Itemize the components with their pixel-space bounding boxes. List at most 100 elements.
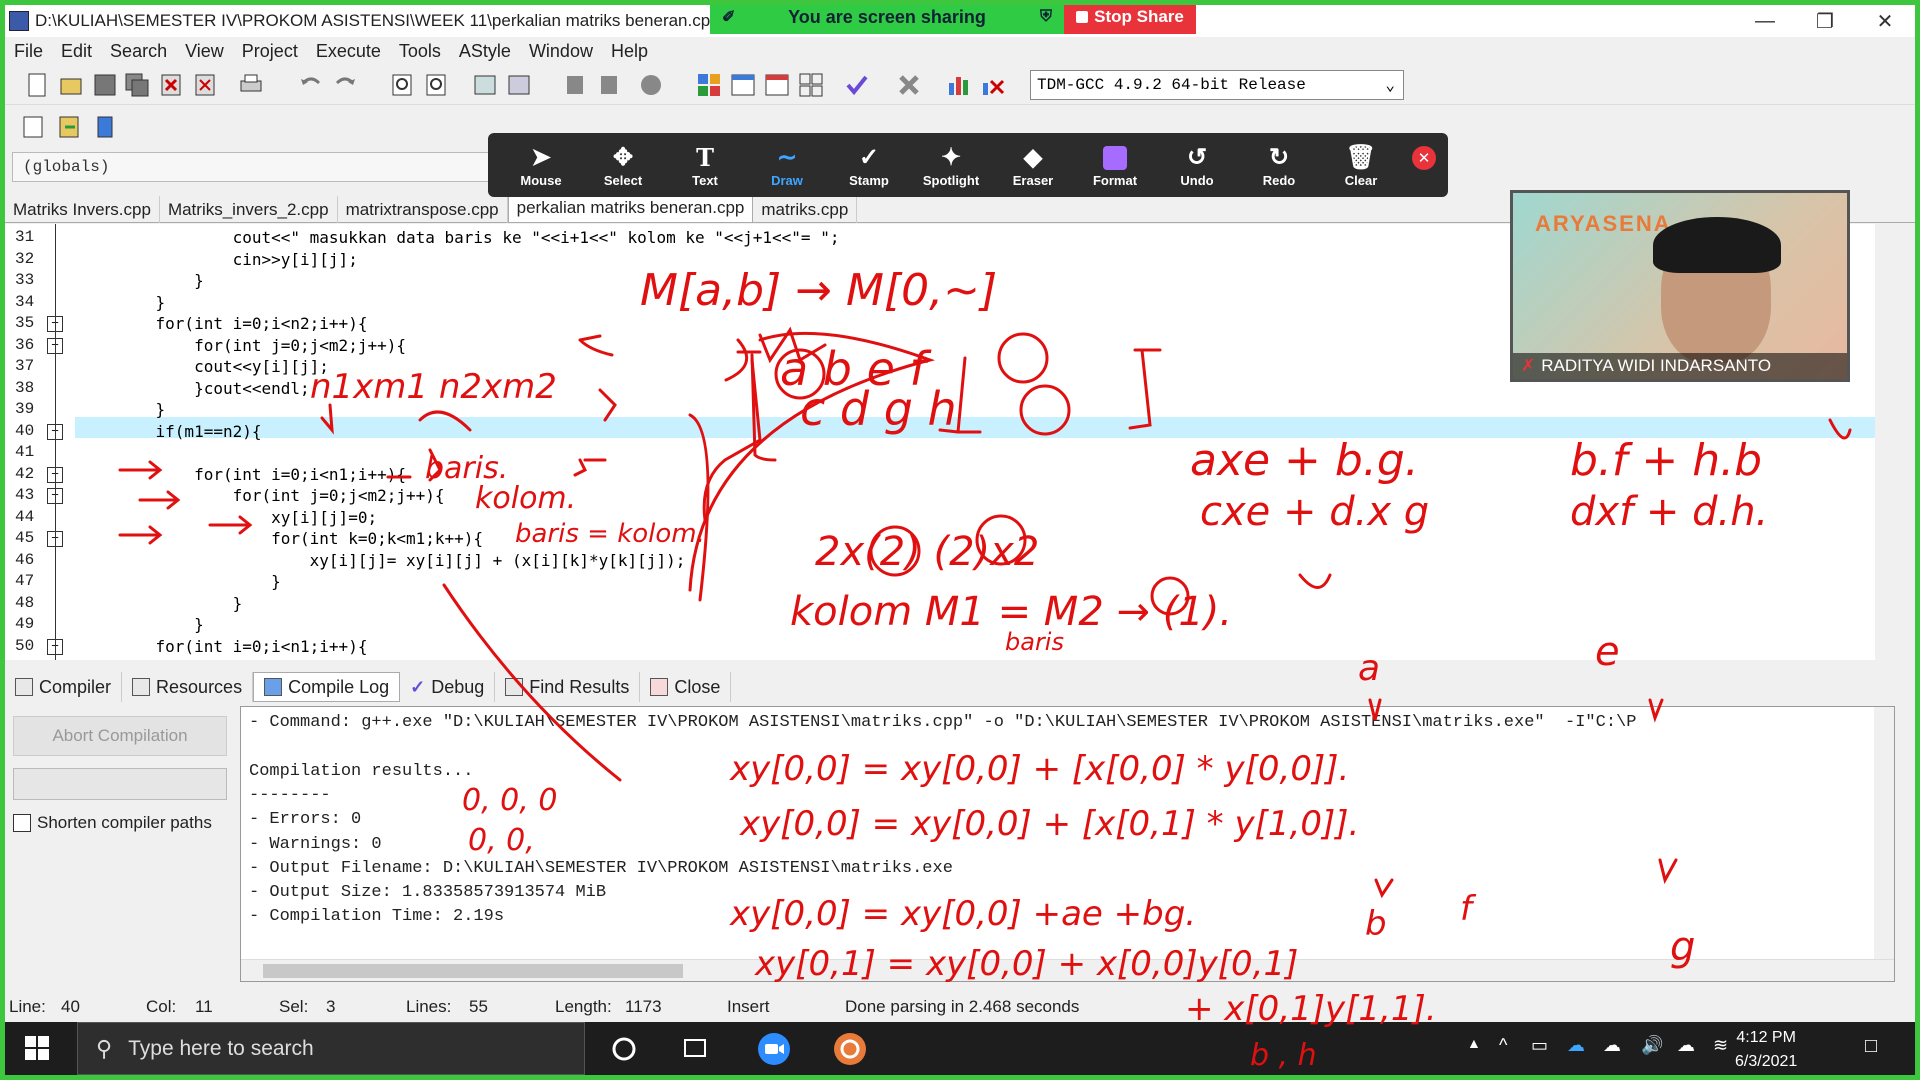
code-line[interactable]: }: [117, 400, 166, 419]
menu-execute[interactable]: Execute: [307, 41, 390, 62]
bookmark-next-icon[interactable]: [595, 71, 623, 99]
compile-icon[interactable]: [695, 71, 723, 99]
code-line[interactable]: }: [117, 615, 204, 634]
upload-icon[interactable]: ☁: [1677, 1035, 1695, 1056]
people-icon[interactable]: ^: [1499, 1035, 1507, 1056]
scope-selector[interactable]: (globals): [12, 152, 492, 182]
menu-window[interactable]: Window: [520, 41, 602, 62]
code-line[interactable]: cout<<" masukkan data baris ke "<<i+1<<"…: [117, 228, 840, 247]
notifications-icon[interactable]: □: [1865, 1035, 1877, 1058]
menu-help[interactable]: Help: [602, 41, 657, 62]
code-line[interactable]: for(int j=0;j<m2;j++){: [117, 486, 445, 505]
cloud-sync-icon[interactable]: ☁: [1603, 1035, 1621, 1056]
syntax-check-icon[interactable]: [843, 71, 871, 99]
annotate-text-tool[interactable]: T Text: [664, 143, 746, 188]
indent-icon[interactable]: [471, 71, 499, 99]
stop-share-button[interactable]: Stop Share: [1064, 0, 1196, 34]
menu-view[interactable]: View: [176, 41, 233, 62]
tab-matriks[interactable]: matriks.cpp: [753, 196, 858, 223]
volume-icon[interactable]: 🔊: [1641, 1035, 1663, 1056]
annotate-eraser-tool[interactable]: ◆ Eraser: [992, 143, 1074, 188]
run-icon[interactable]: [729, 71, 757, 99]
close-file-icon[interactable]: [157, 71, 185, 99]
replace-icon[interactable]: [423, 71, 451, 99]
comment-icon[interactable]: [637, 71, 665, 99]
code-line[interactable]: }: [117, 293, 166, 312]
log-horizontal-scrollbar[interactable]: [241, 959, 1894, 981]
code-line[interactable]: cin>>y[i][j];: [117, 250, 358, 269]
windows-start-icon[interactable]: [25, 1036, 49, 1060]
annotate-undo-tool[interactable]: ↺ Undo: [1156, 143, 1238, 188]
save-all-icon[interactable]: [123, 71, 151, 99]
find-icon[interactable]: [389, 71, 417, 99]
close-all-icon[interactable]: [191, 71, 219, 99]
open-file-icon[interactable]: [57, 71, 85, 99]
new-file-icon[interactable]: [23, 71, 51, 99]
chevron-up-icon[interactable]: ▲: [1467, 1035, 1481, 1051]
tab-resources[interactable]: Resources: [122, 672, 254, 702]
log-vertical-scrollbar[interactable]: [1874, 707, 1894, 961]
code-line[interactable]: for(int k=0;k<m1;k++){: [117, 529, 483, 548]
code-line[interactable]: }cout<<endl;: [117, 379, 310, 398]
tab-compile-log[interactable]: Compile Log: [253, 672, 401, 702]
shorten-paths-option[interactable]: Shorten compiler paths: [13, 813, 212, 833]
menu-project[interactable]: Project: [233, 41, 307, 62]
tab-compiler[interactable]: Compiler: [5, 672, 123, 702]
annotate-redo-tool[interactable]: ↻ Redo: [1238, 143, 1320, 188]
menu-astyle[interactable]: AStyle: [450, 41, 520, 62]
compile-log-panel[interactable]: - Command: g++.exe "D:\KULIAH\SEMESTER I…: [240, 706, 1895, 982]
editor-vertical-scrollbar[interactable]: [1875, 224, 1895, 660]
battery-icon[interactable]: ▭: [1531, 1035, 1548, 1056]
save-icon[interactable]: [91, 71, 119, 99]
cortana-icon[interactable]: [611, 1036, 637, 1062]
new-project-icon[interactable]: [19, 113, 47, 141]
annotate-clear-tool[interactable]: 🗑 Clear: [1320, 143, 1402, 188]
code-line[interactable]: if(m1==n2){: [117, 422, 262, 441]
compile-run-icon[interactable]: [763, 71, 791, 99]
code-line[interactable]: xy[i][j]= xy[i][j] + (x[i][k]*y[k][j]);: [117, 551, 686, 570]
restore-button[interactable]: ❐: [1795, 5, 1855, 37]
delete-profile-icon[interactable]: [979, 71, 1007, 99]
profile-icon[interactable]: [945, 71, 973, 99]
scroll-thumb[interactable]: [263, 964, 683, 978]
close-window-button[interactable]: ✕: [1855, 5, 1915, 37]
minimize-button[interactable]: —: [1735, 5, 1795, 37]
annotate-mouse-tool[interactable]: ➤ Mouse: [500, 143, 582, 188]
code-line[interactable]: }: [117, 271, 204, 290]
code-line[interactable]: cout<<y[i][j];: [117, 357, 329, 376]
code-line[interactable]: for(int i=0;i<n1;i++){: [117, 637, 368, 656]
undo-icon[interactable]: [297, 71, 325, 99]
tab-find-results[interactable]: Find Results: [495, 672, 641, 702]
annotate-stamp-tool[interactable]: ✓ Stamp: [828, 143, 910, 188]
code-line[interactable]: for(int i=0;i<n1;i++){: [117, 465, 406, 484]
menu-file[interactable]: File: [5, 41, 52, 62]
task-view-icon[interactable]: [681, 1036, 709, 1062]
tab-matriks-invers-2[interactable]: Matriks_invers_2.cpp: [160, 196, 338, 223]
annotate-select-tool[interactable]: ✥ Select: [582, 143, 664, 188]
compiler-select[interactable]: TDM-GCC 4.9.2 64-bit Release ⌄: [1030, 70, 1404, 100]
participant-video[interactable]: ARYASENA ✗ RADITYA WIDI INDARSANTO: [1510, 190, 1850, 382]
abort-compilation-button[interactable]: Abort Compilation: [13, 716, 227, 756]
taskbar-search[interactable]: ⚲ Type here to search: [77, 1022, 585, 1075]
code-line[interactable]: }: [117, 572, 281, 591]
stop-execution-icon[interactable]: [895, 71, 923, 99]
print-icon[interactable]: [237, 71, 265, 99]
onedrive-icon[interactable]: ☁: [1567, 1035, 1585, 1056]
annotate-format-tool[interactable]: Format: [1074, 143, 1156, 188]
project-options-icon[interactable]: [91, 113, 119, 141]
rebuild-icon[interactable]: [797, 71, 825, 99]
code-line[interactable]: for(int i=0;i<n2;i++){: [117, 314, 368, 333]
code-line[interactable]: for(int j=0;j<m2;j++){: [117, 336, 406, 355]
tab-matrixtranspose[interactable]: matrixtranspose.cpp: [338, 196, 508, 223]
app-icon[interactable]: [833, 1032, 867, 1066]
tab-matriks-invers[interactable]: Matriks Invers.cpp: [5, 196, 160, 223]
wifi-icon[interactable]: ≋: [1713, 1035, 1728, 1056]
bookmark-prev-icon[interactable]: [561, 71, 589, 99]
redo-icon[interactable]: [331, 71, 359, 99]
menu-edit[interactable]: Edit: [52, 41, 101, 62]
annotate-spotlight-tool[interactable]: ✦ Spotlight: [910, 143, 992, 188]
system-clock[interactable]: 4:12 PM 6/3/2021: [1735, 1026, 1797, 1074]
shorten-paths-checkbox[interactable]: [13, 814, 31, 832]
add-to-project-icon[interactable]: [55, 113, 83, 141]
tab-debug[interactable]: ✓ Debug: [400, 672, 496, 702]
